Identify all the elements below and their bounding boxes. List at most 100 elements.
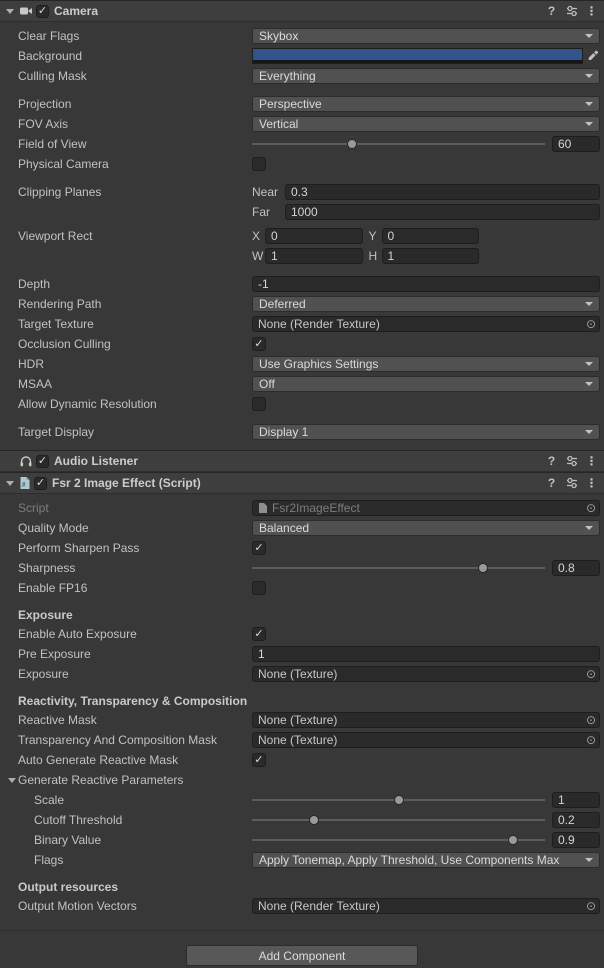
exposure-row: Exposure None (Texture) ⊙	[0, 664, 604, 684]
viewport-rect-row: Viewport Rect X 0 Y 0 W 1 H 1	[0, 226, 604, 266]
slider-thumb[interactable]	[508, 835, 518, 845]
help-icon[interactable]: ?	[543, 475, 560, 491]
transparency-mask-field[interactable]: None (Texture) ⊙	[252, 732, 600, 748]
occlusion-culling-checkbox[interactable]: ✓	[252, 337, 266, 351]
kebab-menu-icon[interactable]: ⋮	[583, 475, 600, 491]
camera-enabled-checkbox[interactable]: ✓	[36, 5, 49, 18]
occlusion-culling-row: Occlusion Culling ✓	[0, 334, 604, 354]
depth-label: Depth	[18, 277, 252, 291]
binary-value-row: Binary Value 0.9	[0, 830, 604, 850]
rendering-path-dropdown[interactable]: Deferred	[252, 296, 600, 312]
audio-listener-component-title: Audio Listener	[54, 454, 138, 468]
binary-value-input[interactable]: 0.9	[552, 832, 600, 848]
chevron-down-icon	[585, 858, 593, 862]
cutoff-threshold-slider[interactable]	[252, 812, 545, 828]
flags-dropdown[interactable]: Apply Tonemap, Apply Threshold, Use Comp…	[252, 852, 600, 868]
help-icon[interactable]: ?	[543, 453, 560, 469]
fsr2-foldout-arrow-icon[interactable]	[4, 477, 16, 489]
allow-dynamic-resolution-checkbox[interactable]	[252, 397, 266, 411]
kebab-menu-icon[interactable]: ⋮	[583, 453, 600, 469]
culling-mask-dropdown[interactable]: Everything	[252, 68, 600, 84]
pre-exposure-input[interactable]: 1	[252, 646, 600, 662]
camera-component-header[interactable]: ✓ Camera ? ⋮	[0, 0, 604, 22]
clipping-near-input[interactable]: 0.3	[285, 184, 600, 200]
target-display-row: Target Display Display 1	[0, 422, 604, 442]
presets-icon[interactable]	[563, 453, 580, 469]
clipping-planes-label: Clipping Planes	[18, 185, 252, 199]
perform-sharpen-pass-checkbox[interactable]: ✓	[252, 541, 266, 555]
depth-input[interactable]: -1	[252, 276, 600, 292]
audio-listener-component-header[interactable]: ✓ Audio Listener ? ⋮	[0, 450, 604, 472]
cutoff-threshold-input[interactable]: 0.2	[552, 812, 600, 828]
chevron-down-icon	[585, 302, 593, 306]
clipping-far-input[interactable]: 1000	[285, 204, 600, 220]
exposure-section-header: Exposure	[0, 606, 604, 624]
field-of-view-slider[interactable]	[252, 136, 545, 152]
sharpness-slider[interactable]	[252, 560, 545, 576]
viewport-y-input[interactable]: 0	[382, 228, 480, 244]
fsr2-enabled-checkbox[interactable]: ✓	[34, 477, 47, 490]
eyedropper-icon[interactable]	[585, 48, 600, 64]
sharpness-value: 0.8	[558, 561, 575, 575]
hdr-dropdown[interactable]: Use Graphics Settings	[252, 356, 600, 372]
script-label: Script	[18, 501, 252, 515]
sharpness-input[interactable]: 0.8	[552, 560, 600, 576]
enable-fp16-checkbox[interactable]	[252, 581, 266, 595]
slider-thumb[interactable]	[347, 139, 357, 149]
fov-axis-dropdown[interactable]: Vertical	[252, 116, 600, 132]
target-texture-label: Target Texture	[18, 317, 252, 331]
fsr2-component-header[interactable]: # ✓ Fsr 2 Image Effect (Script) ? ⋮	[0, 472, 604, 494]
audio-listener-enabled-checkbox[interactable]: ✓	[36, 455, 49, 468]
viewport-w-input[interactable]: 1	[265, 248, 363, 264]
help-icon[interactable]: ?	[543, 3, 560, 19]
presets-icon[interactable]	[563, 475, 580, 491]
presets-icon[interactable]	[563, 3, 580, 19]
scale-input[interactable]: 1	[552, 792, 600, 808]
quality-mode-dropdown[interactable]: Balanced	[252, 520, 600, 536]
clear-flags-dropdown[interactable]: Skybox	[252, 28, 600, 44]
physical-camera-checkbox[interactable]	[252, 157, 266, 171]
target-display-dropdown[interactable]: Display 1	[252, 424, 600, 440]
background-color-swatch[interactable]	[252, 48, 583, 64]
object-picker-icon[interactable]: ⊙	[583, 317, 599, 331]
binary-value-slider[interactable]	[252, 832, 545, 848]
auto-generate-reactive-mask-checkbox[interactable]: ✓	[252, 753, 266, 767]
sharpness-row: Sharpness 0.8	[0, 558, 604, 578]
cutoff-threshold-row: Cutoff Threshold 0.2	[0, 810, 604, 830]
viewport-w-value: 1	[271, 249, 278, 263]
object-picker-icon[interactable]: ⊙	[583, 667, 599, 681]
enable-auto-exposure-checkbox[interactable]: ✓	[252, 627, 266, 641]
kebab-menu-icon[interactable]: ⋮	[583, 3, 600, 19]
object-picker-icon[interactable]: ⊙	[583, 733, 599, 747]
chevron-down-icon	[585, 382, 593, 386]
exposure-field[interactable]: None (Texture) ⊙	[252, 666, 600, 682]
field-of-view-input[interactable]: 60	[552, 136, 600, 152]
target-texture-field[interactable]: None (Render Texture) ⊙	[252, 316, 600, 332]
foldout-arrow-icon[interactable]	[6, 774, 18, 786]
scale-slider[interactable]	[252, 792, 545, 808]
reactive-mask-field[interactable]: None (Texture) ⊙	[252, 712, 600, 728]
msaa-dropdown[interactable]: Off	[252, 376, 600, 392]
culling-mask-label: Culling Mask	[18, 69, 252, 83]
viewport-x-input[interactable]: 0	[265, 228, 363, 244]
camera-foldout-arrow-icon[interactable]	[4, 5, 16, 17]
object-picker-icon[interactable]: ⊙	[583, 501, 599, 515]
add-component-button[interactable]: Add Component	[186, 945, 418, 966]
script-file-icon	[258, 502, 268, 514]
hdr-label: HDR	[18, 357, 252, 371]
script-value: Fsr2ImageEffect	[272, 501, 583, 515]
slider-thumb[interactable]	[478, 563, 488, 573]
auto-generate-reactive-mask-row: Auto Generate Reactive Mask ✓	[0, 750, 604, 770]
exposure-label: Exposure	[18, 667, 252, 681]
reactive-mask-value: None (Texture)	[258, 713, 583, 727]
quality-mode-label: Quality Mode	[18, 521, 252, 535]
viewport-h-input[interactable]: 1	[382, 248, 480, 264]
output-motion-vectors-field[interactable]: None (Render Texture) ⊙	[252, 898, 600, 914]
generate-reactive-parameters-row[interactable]: Generate Reactive Parameters	[0, 770, 604, 790]
transparency-mask-label: Transparency And Composition Mask	[18, 733, 252, 747]
object-picker-icon[interactable]: ⊙	[583, 713, 599, 727]
slider-thumb[interactable]	[394, 795, 404, 805]
projection-dropdown[interactable]: Perspective	[252, 96, 600, 112]
slider-thumb[interactable]	[309, 815, 319, 825]
object-picker-icon[interactable]: ⊙	[583, 899, 599, 913]
